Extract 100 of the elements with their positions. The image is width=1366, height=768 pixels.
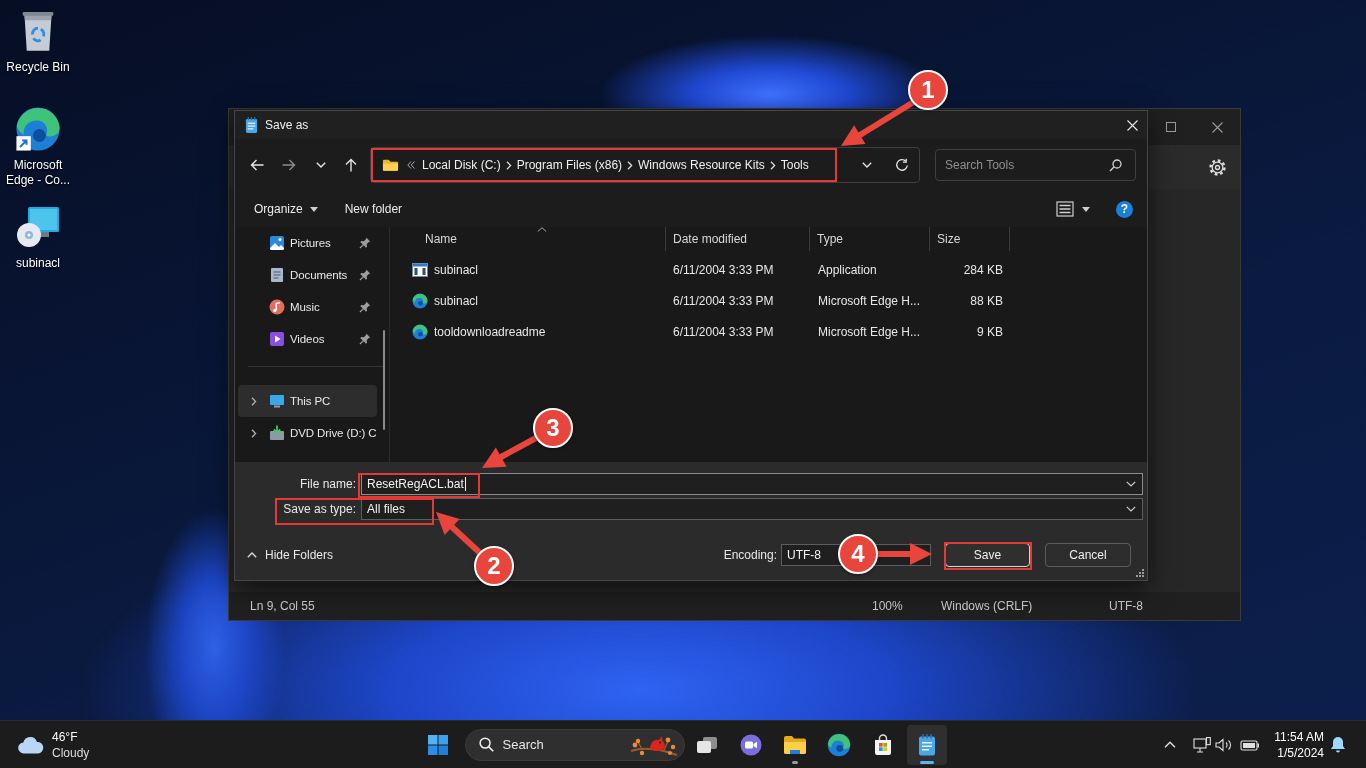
monitor-icon[interactable] [1193,736,1212,753]
search-icon [1109,158,1122,172]
file-name[interactable]: subinacl [434,293,479,308]
file-size: 88 KB [970,293,1003,308]
column-header[interactable]: Date modified [666,227,810,251]
breadcrumb-item[interactable]: Tools [780,158,809,172]
folder-icon [382,158,399,172]
video-chat-icon [739,733,762,756]
nav-item[interactable]: This PC [238,385,377,417]
search-field[interactable]: Search Tools [935,149,1136,181]
breadcrumb-item[interactable]: Program Files (x86) [516,158,623,172]
taskbar-app-button[interactable] [906,724,947,765]
clock-date[interactable]: 1/5/2024 [1277,744,1324,761]
file-date: 6/11/2004 3:33 PM [673,324,774,339]
resize-grip-icon[interactable] [1136,569,1144,577]
breadcrumb-item[interactable]: Windows Resource Kits [638,158,765,172]
cancel-button[interactable]: Cancel [1045,543,1131,567]
column-header[interactable]: Size [930,227,1010,251]
list-view-icon [1056,201,1074,217]
picture-icon [269,235,285,251]
chevron-down-icon [1126,481,1136,487]
sort-caret-icon [536,227,547,232]
pin-icon [359,301,371,313]
folder-icon [782,734,807,755]
bell-icon[interactable] [1330,735,1346,754]
double-chevron-icon[interactable] [407,161,415,169]
line-ending: Windows (CRLF) [941,599,1033,613]
forward-arrow-icon [282,159,296,171]
notepad-icon [245,117,258,133]
chevron-right-icon[interactable] [769,160,776,170]
up-arrow-icon [345,158,357,172]
file-name[interactable]: subinacl [434,262,479,277]
back-arrow-icon [250,159,264,171]
text-cursor-icon [464,477,466,491]
battery-icon[interactable] [1240,738,1261,751]
file-name-field[interactable]: ResetRegACL.bat [361,473,1143,495]
help-button[interactable]: ? [1116,200,1133,218]
chevron-down-icon [862,162,872,168]
monitor-icon [269,393,285,409]
chevron-right-icon[interactable] [505,160,512,170]
file-type: Microsoft Edge H... [818,293,921,308]
close-icon [1126,119,1138,131]
notepad-icon [917,733,936,756]
chevron-up-icon[interactable] [1164,741,1177,748]
pin-icon [359,237,371,249]
nav-item[interactable]: Documents [238,259,377,291]
callout-arrow [436,512,482,555]
caret-down-icon [1082,206,1090,212]
callout-arrow [875,543,932,565]
chevron-right-icon[interactable] [251,428,257,438]
file-size: 284 KB [963,262,1003,277]
chevron-down-icon [316,162,326,168]
nav-item[interactable]: Videos [238,323,377,355]
file-name[interactable]: tooldownloadreadme [434,324,546,339]
column-header[interactable]: Type [810,227,930,251]
speaker-icon[interactable] [1215,737,1234,752]
new-folder-button[interactable]: New folder [337,195,410,223]
file-date: 6/11/2004 3:33 PM [673,262,774,277]
clock-time[interactable]: 11:54 AM [1274,728,1324,745]
file-type-dropdown[interactable]: All files [361,498,1143,520]
scrollbar-thumb[interactable] [383,330,385,430]
browser-file-icon [412,323,428,340]
organize-menu-button[interactable]: Organize [247,195,325,223]
nav-item[interactable]: Pictures [238,227,377,259]
settings-icon [1208,158,1226,176]
desktop-icon-label[interactable]: Recycle Bin [6,60,70,75]
desktop-icon-label[interactable]: Microsoft Edge - Co... [3,158,73,188]
file-type-label: Save as type: [283,502,356,516]
browser-file-icon [412,292,428,309]
document-icon [269,267,285,283]
taskbar-search-box[interactable]: Search [464,728,685,761]
column-header[interactable]: Name [390,227,666,251]
weather-condition[interactable]: Cloudy [52,744,90,761]
file-size: 9 KB [977,324,1003,339]
chevron-right-icon[interactable] [627,160,634,170]
breadcrumb-item[interactable]: Local Disk (C:) [422,158,501,172]
chevron-up-icon [247,552,257,558]
search-icon [478,737,494,752]
file-type: Application [818,262,877,277]
text-encoding: UTF-8 [1109,599,1143,613]
weather-temperature[interactable]: 46°F [52,728,90,745]
desktop-icon-label[interactable]: subinacl [16,256,60,271]
hide-folders-button[interactable]: Hide Folders [247,543,334,567]
encoding-label: Encoding: [723,548,777,562]
nav-item[interactable]: DVD Drive (D:) C [238,417,377,449]
video-play-icon [269,331,285,347]
file-type: Microsoft Edge H... [818,324,921,339]
address-bar[interactable]: Local Disk (C:) Program Files (x86) Windows Resource Kits Tools [370,147,920,183]
nav-item[interactable]: Music [238,291,377,323]
music-note-icon [269,299,285,315]
windows-logo-icon [427,734,448,755]
monitor-disc-icon[interactable] [16,206,60,248]
recycle-bin-icon[interactable] [20,9,56,53]
cloud-icon[interactable] [17,735,45,754]
file-date: 6/11/2004 3:33 PM [673,293,774,308]
cursor-position: Ln 9, Col 55 [250,599,315,613]
chevron-right-icon[interactable] [251,396,257,406]
close-icon [1211,121,1223,133]
browser-shortcut-icon[interactable] [15,106,61,152]
task-view-icon [695,735,718,754]
